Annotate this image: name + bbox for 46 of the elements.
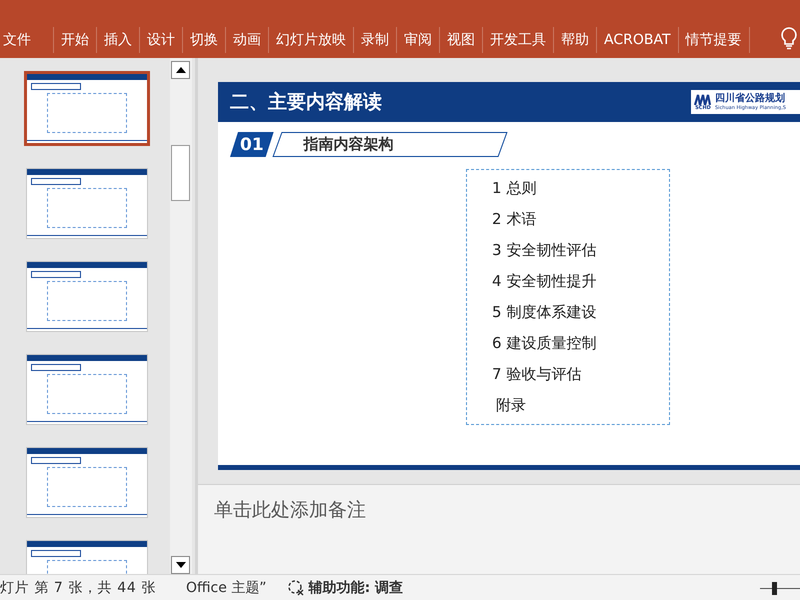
slide-counter: 灯片 第 7 张，共 44 张: [0, 578, 156, 596]
logo-icon: [694, 94, 712, 106]
notes-area[interactable]: 单击此处添加备注: [198, 484, 800, 574]
slide-thumbnail[interactable]: [26, 168, 148, 239]
slide-thumbnail[interactable]: [26, 354, 148, 425]
zoom-slider[interactable]: [760, 580, 800, 595]
ribbon-tab[interactable]: 审阅: [397, 27, 440, 53]
ribbon-tab[interactable]: 切换: [183, 27, 226, 53]
ribbon-tab[interactable]: 幻灯片放映: [269, 27, 354, 53]
lightbulb-icon[interactable]: [780, 26, 798, 50]
ribbon-tab[interactable]: 插入: [97, 27, 140, 53]
ribbon-tab[interactable]: 帮助: [554, 27, 597, 53]
slide-thumbnail[interactable]: [24, 71, 150, 146]
accessibility-icon: [286, 578, 305, 596]
logo-name: 四川省公路规划: [715, 92, 786, 104]
contents-item: 4 安全韧性提升: [492, 271, 598, 292]
contents-item: 1 总则: [492, 178, 538, 199]
ribbon-tab[interactable]: 设计: [140, 27, 183, 53]
down-arrow-icon: [176, 562, 186, 568]
ribbon-tab[interactable]: 录制: [354, 27, 397, 53]
accessibility-button[interactable]: 辅助功能: 调查: [286, 578, 404, 596]
theme-name: Office 主题”: [186, 578, 267, 596]
scrollbar-thumb[interactable]: [171, 145, 190, 201]
ribbon-tab[interactable]: 文件: [0, 27, 54, 53]
ribbon-tab[interactable]: ACROBAT: [597, 27, 678, 53]
ribbon-tab[interactable]: 开始: [54, 27, 97, 53]
ribbon-tab[interactable]: 情节提要: [678, 27, 750, 53]
contents-item: 附录: [495, 395, 527, 416]
ribbon-tab[interactable]: 动画: [226, 27, 269, 53]
contents-item: 6 建设质量控制: [492, 333, 598, 354]
contents-item: 3 安全韧性评估: [492, 240, 598, 261]
contents-item: 2 术语: [492, 209, 538, 230]
notes-placeholder: 单击此处添加备注: [214, 499, 366, 521]
ribbon-tab[interactable]: 开发工具: [483, 27, 554, 53]
ribbon-tab[interactable]: 视图: [440, 27, 483, 53]
section-heading: 指南内容架构: [304, 135, 394, 154]
up-arrow-icon: [176, 67, 186, 73]
section-number: 01: [230, 132, 274, 157]
scroll-up-button[interactable]: [171, 61, 190, 79]
contents-item: 7 验收与评估: [492, 364, 582, 385]
scroll-down-button[interactable]: [171, 556, 190, 574]
zoom-slider-thumb[interactable]: [772, 582, 776, 595]
slide-thumbnail[interactable]: [26, 261, 148, 332]
slide-thumbnail[interactable]: [26, 447, 148, 518]
contents-item: 5 制度体系建设: [492, 302, 598, 323]
slide-title: 二、主要内容解读: [230, 90, 382, 115]
